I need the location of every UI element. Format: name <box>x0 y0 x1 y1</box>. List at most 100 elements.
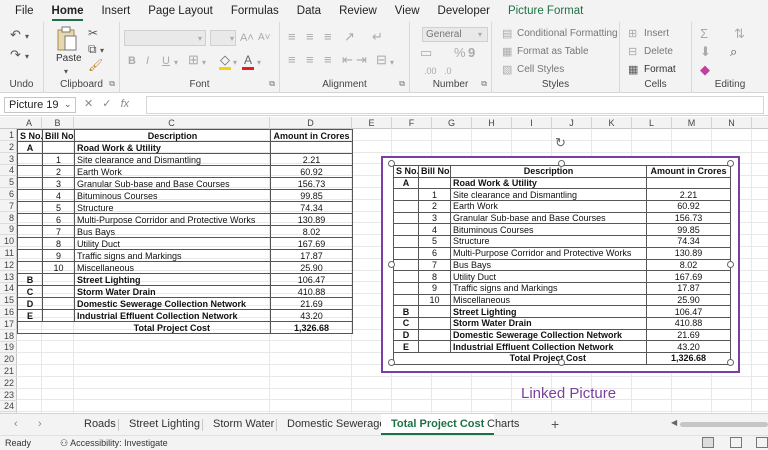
row-header[interactable]: 23 <box>0 389 17 401</box>
undo-icon[interactable]: ↶ <box>10 28 21 42</box>
bill-no-cell[interactable]: 1 <box>42 153 75 166</box>
paste-dropdown-icon[interactable]: ▾ <box>64 65 68 79</box>
bold-icon[interactable]: B <box>128 54 136 68</box>
cell-styles-button[interactable]: Cell Styles <box>517 64 564 75</box>
header-sno[interactable]: S No. <box>17 129 43 142</box>
bill-no-cell[interactable]: 9 <box>42 249 75 262</box>
resize-handle-tc[interactable] <box>558 160 565 167</box>
sno-cell[interactable] <box>17 225 43 238</box>
bill-no-cell[interactable]: 8 <box>42 237 75 250</box>
row-header[interactable]: 6 <box>0 188 17 200</box>
redo-dropdown-icon[interactable]: ▾ <box>25 50 29 64</box>
sno-cell[interactable] <box>17 177 43 190</box>
row-header[interactable]: 10 <box>0 235 17 248</box>
tab-review[interactable]: Review <box>330 0 386 22</box>
bill-no-cell[interactable]: 2 <box>42 165 75 178</box>
sno-cell[interactable]: A <box>17 141 43 154</box>
description-cell[interactable]: Utility Duct <box>74 237 271 250</box>
amount-cell[interactable]: 410.88 <box>270 285 353 298</box>
column-header[interactable]: M <box>672 117 712 129</box>
row-header[interactable]: 1 <box>0 129 17 141</box>
row-header[interactable]: 8 <box>0 212 17 224</box>
insert-cells-button[interactable]: Insert <box>644 28 669 39</box>
align-middle-icon[interactable]: ≡ <box>306 30 314 44</box>
column-header[interactable]: G <box>432 117 472 129</box>
accounting-format-icon[interactable]: ▭ <box>420 46 432 60</box>
undo-dropdown-icon[interactable]: ▾ <box>25 30 29 44</box>
description-cell[interactable]: Street Lighting <box>74 273 271 286</box>
row-header[interactable]: 13 <box>0 271 17 283</box>
sheet-tab-street-lighting[interactable]: Street Lighting <box>119 414 210 435</box>
font-color-icon[interactable]: A <box>244 53 252 67</box>
decrease-indent-icon[interactable]: ⇤ <box>342 53 353 67</box>
cancel-icon[interactable]: ✕ <box>84 98 93 110</box>
description-cell[interactable]: Multi-Purpose Corridor and Protective Wo… <box>74 213 271 226</box>
description-cell[interactable]: Domestic Sewerage Collection Network <box>74 297 271 310</box>
page-layout-view-button[interactable] <box>730 437 742 448</box>
column-header[interactable]: E <box>352 117 392 129</box>
insert-cells-icon[interactable]: ⊞ <box>628 27 637 41</box>
autosum-icon[interactable]: Σ <box>700 27 708 41</box>
row-header[interactable]: 5 <box>0 176 17 189</box>
amount-cell[interactable]: 167.69 <box>270 237 353 250</box>
normal-view-button[interactable] <box>702 437 714 448</box>
description-cell[interactable]: Bituminous Courses <box>74 189 271 202</box>
delete-cells-icon[interactable]: ⊟ <box>628 45 637 59</box>
tab-picture-format[interactable]: Picture Format <box>499 0 592 22</box>
rotate-handle-icon[interactable]: ↻ <box>555 135 566 151</box>
resize-handle-mr[interactable] <box>727 261 734 268</box>
accessibility-status[interactable]: ⚇ Accessibility: Investigate <box>60 438 168 449</box>
copy-dropdown-icon[interactable]: ▾ <box>100 44 104 58</box>
resize-handle-ml[interactable] <box>388 261 395 268</box>
format-as-table-button[interactable]: Format as Table <box>517 46 589 57</box>
sno-cell[interactable] <box>17 213 43 226</box>
paste-button[interactable]: Paste <box>56 53 82 64</box>
comma-style-icon[interactable]: 9 <box>468 46 475 60</box>
bill-no-cell[interactable] <box>42 141 75 154</box>
row-header[interactable]: 17 <box>0 318 17 330</box>
sheet-tab-domestic-sewerage[interactable]: Domestic Sewerage <box>277 414 395 435</box>
amount-cell[interactable] <box>270 141 353 154</box>
description-cell[interactable]: Miscellaneous <box>74 261 271 274</box>
sno-cell[interactable] <box>17 261 43 274</box>
font-name-select[interactable] <box>124 30 206 46</box>
resize-handle-tr[interactable] <box>727 160 734 167</box>
description-cell[interactable]: Traffic signs and Markings <box>74 249 271 262</box>
font-name-dropdown-icon[interactable]: ▾ <box>198 32 202 46</box>
row-header[interactable]: 18 <box>0 330 17 342</box>
sno-cell[interactable] <box>17 237 43 250</box>
decrease-decimal-icon[interactable]: .0 <box>444 64 452 78</box>
description-cell[interactable]: Earth Work <box>74 165 271 178</box>
tab-developer[interactable]: Developer <box>429 0 499 22</box>
column-header[interactable]: N <box>712 117 752 129</box>
row-header[interactable]: 11 <box>0 247 17 259</box>
font-size-dropdown-icon[interactable]: ▾ <box>230 32 234 46</box>
italic-icon[interactable]: I <box>146 54 149 68</box>
column-header[interactable]: J <box>552 117 592 129</box>
fill-color-dropdown-icon[interactable]: ▾ <box>233 56 237 70</box>
font-launcher-icon[interactable]: ⧉ <box>269 79 275 89</box>
sheet-prev-icon[interactable]: ‹ <box>14 418 18 430</box>
header-bill-no[interactable]: Bill No. <box>42 129 75 142</box>
percent-icon[interactable]: % <box>454 46 466 60</box>
add-sheet-icon[interactable]: + <box>551 416 559 432</box>
row-header[interactable]: 2 <box>0 141 17 153</box>
row-header[interactable]: 9 <box>0 223 17 236</box>
bill-no-cell[interactable]: 6 <box>42 213 75 226</box>
sheet-next-icon[interactable]: › <box>38 418 42 430</box>
column-header[interactable]: F <box>392 117 432 129</box>
enter-icon[interactable]: ✓ <box>102 98 111 110</box>
page-break-view-button[interactable] <box>756 437 768 448</box>
column-header[interactable]: K <box>592 117 632 129</box>
amount-cell[interactable]: 74.34 <box>270 201 353 214</box>
sheet-tab-storm-water[interactable]: Storm Water <box>203 414 284 435</box>
cut-icon[interactable]: ✂ <box>88 26 98 40</box>
linked-picture[interactable]: S No. Bill No. Description Amount in Cro… <box>381 156 740 373</box>
amount-cell[interactable]: 17.87 <box>270 249 353 262</box>
description-cell[interactable]: Site clearance and Dismantling <box>74 153 271 166</box>
amount-cell[interactable]: 21.69 <box>270 297 353 310</box>
tab-page-layout[interactable]: Page Layout <box>139 0 222 22</box>
bill-no-cell[interactable]: 3 <box>42 177 75 190</box>
amount-cell[interactable]: 8.02 <box>270 225 353 238</box>
formula-input[interactable] <box>146 96 764 114</box>
